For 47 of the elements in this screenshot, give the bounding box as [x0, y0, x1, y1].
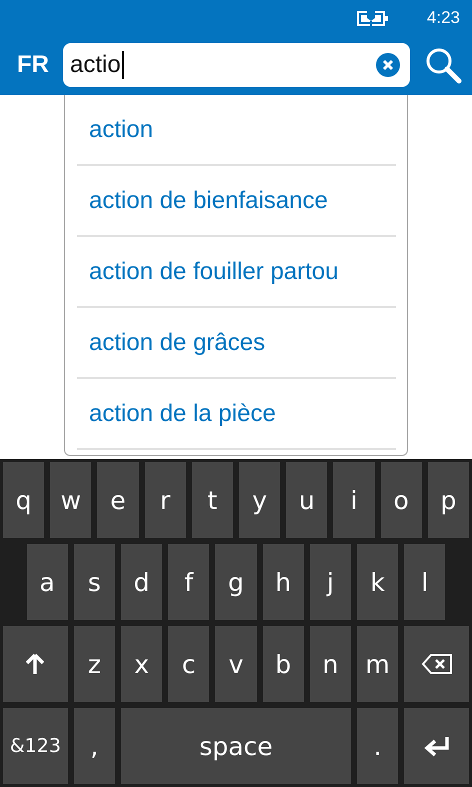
key[interactable]: n [310, 626, 351, 702]
key[interactable]: f [168, 544, 210, 620]
backspace-icon [420, 653, 453, 675]
key[interactable]: j [310, 544, 351, 620]
key[interactable]: k [357, 544, 398, 620]
key[interactable]: i [333, 462, 375, 538]
suggestion-item[interactable]: action de fouiller partou [77, 237, 396, 308]
search-field[interactable]: actio [63, 43, 410, 87]
suggestion-item[interactable]: action de la pièce [77, 379, 396, 450]
key[interactable]: v [215, 626, 257, 702]
space-key[interactable]: space [121, 708, 351, 784]
key[interactable]: a [26, 544, 68, 620]
key[interactable]: r [144, 462, 186, 538]
key[interactable]: x [121, 626, 162, 702]
key[interactable]: d [121, 544, 162, 620]
key[interactable]: u [286, 462, 328, 538]
shift-icon [26, 653, 44, 675]
key[interactable]: t [192, 462, 233, 538]
key[interactable]: s [74, 544, 115, 620]
symbols-key[interactable]: &123 [3, 708, 68, 784]
key[interactable]: o [380, 462, 422, 538]
key[interactable]: y [239, 462, 280, 538]
key[interactable]: q [3, 462, 44, 538]
clear-icon[interactable] [376, 53, 400, 77]
suggestion-item[interactable]: action de bienfaisance [77, 166, 396, 237]
search-icon[interactable] [424, 46, 462, 84]
enter-icon [424, 735, 450, 757]
suggestion-item[interactable]: action de grâces [77, 308, 396, 379]
key[interactable]: z [74, 626, 115, 702]
key[interactable]: m [357, 626, 398, 702]
language-label[interactable]: FR [17, 51, 49, 79]
key[interactable]: , [74, 708, 115, 784]
clock-time: 4:23 [426, 8, 460, 28]
key[interactable]: l [404, 544, 446, 620]
key[interactable]: w [50, 462, 92, 538]
key[interactable]: b [262, 626, 304, 702]
key[interactable]: h [262, 544, 304, 620]
battery-charging-icon [356, 8, 389, 26]
key[interactable]: . [357, 708, 398, 784]
key[interactable]: g [215, 544, 257, 620]
key[interactable]: c [168, 626, 210, 702]
enter-key[interactable] [404, 708, 469, 784]
shift-key[interactable] [3, 626, 68, 702]
suggestion-item[interactable]: action [77, 95, 396, 166]
key[interactable]: e [97, 462, 139, 538]
key[interactable]: p [428, 462, 469, 538]
backspace-key[interactable] [404, 626, 469, 702]
